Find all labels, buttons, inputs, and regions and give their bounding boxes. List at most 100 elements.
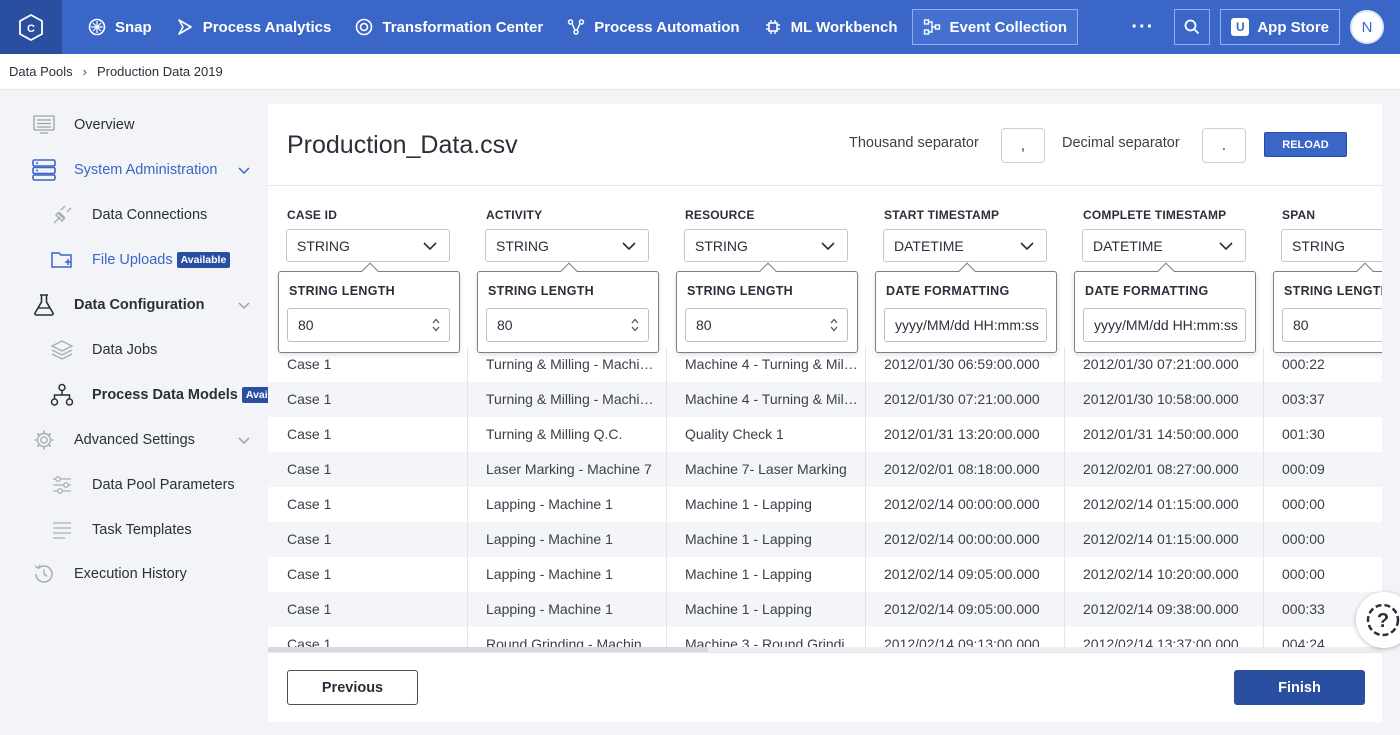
table-cell: 2012/01/31 13:20:00.000 [884,426,1040,442]
table-cell: Case 1 [287,461,332,477]
column-header: START TIMESTAMP [884,208,1000,222]
server-icon [32,158,56,182]
table-cell: 2012/02/14 13:37:00.000 [1083,636,1239,652]
finish-button[interactable]: Finish [1234,670,1365,705]
sidebar-item-system-administration[interactable]: System Administration [32,155,217,185]
process-analytics-icon [177,19,192,35]
sidebar-item-label: Execution History [74,566,187,582]
column-config-popover: DATE FORMATTING yyyy/MM/dd HH:mm:ss [875,262,1057,353]
app-store-button[interactable]: U App Store [1220,9,1340,45]
column-divider [865,347,866,649]
config-input[interactable]: 80 [1282,308,1382,342]
column-header: RESOURCE [685,208,755,222]
table-cell: Lapping - Machine 1 [486,601,613,617]
sidebar-item-data-configuration[interactable]: Data Configuration [32,290,205,320]
stepper-icon[interactable] [431,317,441,333]
sidebar-item-task-templates[interactable]: Task Templates [50,515,192,545]
column-header: ACTIVITY [486,208,543,222]
nav-item-event-collection[interactable]: Event Collection [911,9,1079,45]
snap-icon [88,18,106,36]
decimal-separator-label: Decimal separator [1062,135,1180,151]
footer-divider [268,652,1382,653]
list-icon [50,518,74,542]
nav-item-process-analytics[interactable]: Process Analytics [166,9,342,45]
config-label: STRING LENGTH [687,284,793,298]
table-cell: 2012/02/14 00:00:00.000 [884,531,1040,547]
column-type-value: DATETIME [894,237,964,254]
sidebar-item-process-data-models[interactable]: Process Data Models Available [50,380,296,410]
thousand-separator-input[interactable]: , [1001,128,1045,163]
table-cell: 2012/02/14 09:13:00.000 [884,636,1040,652]
breadcrumb-data-pools[interactable]: Data Pools [9,64,73,79]
previous-button[interactable]: Previous [287,670,418,705]
table-row: Case 1 Turning & Milling - Machine 4 Machi… [268,382,1382,417]
column-type-select[interactable]: STRING [684,229,848,262]
nav-item-process-automation[interactable]: Process Automation [557,9,749,45]
nav-item-ml-workbench[interactable]: ML Workbench [754,9,908,45]
table-cell: 2012/02/14 09:05:00.000 [884,601,1040,617]
nav-item-label: Snap [115,18,152,36]
config-input[interactable]: 80 [486,308,649,342]
column-header: CASE ID [287,208,338,222]
column-divider [666,347,667,649]
column-type-value: STRING [496,237,549,254]
config-label: DATE FORMATTING [886,284,1010,298]
column-type-select[interactable]: STRING [286,229,450,262]
table-cell: Machine 1 - Lapping [685,601,812,617]
table-cell: Case 1 [287,391,332,407]
decimal-separator-input[interactable]: . [1202,128,1246,163]
chevron-down-icon[interactable] [237,163,251,177]
breadcrumb-production-data[interactable]: Production Data 2019 [97,64,223,79]
table-cell: Machine 7- Laser Marking [685,461,847,477]
column-divider [1263,347,1264,649]
config-input[interactable]: 80 [287,308,450,342]
column-config-popover: STRING LENGTH 80 [278,262,460,353]
table-cell: Turning & Milling Q.C. [486,426,623,442]
search-icon [1184,19,1200,35]
celonis-logo[interactable]: C [0,0,62,54]
column-type-select[interactable]: STRING [1281,229,1382,262]
column-type-select[interactable]: STRING [485,229,649,262]
reload-button[interactable]: RELOAD [1264,132,1347,157]
table-cell: 2012/02/14 09:38:00.000 [1083,601,1239,617]
config-input[interactable]: 80 [685,308,848,342]
column-type-value: STRING [695,237,748,254]
column-type-select[interactable]: DATETIME [1082,229,1246,262]
sidebar-item-data-pool-parameters[interactable]: Data Pool Parameters [50,470,235,500]
table-row: Case 1 Laser Marking - Machine 7 Machine 7… [268,452,1382,487]
breadcrumb: Data Pools › Production Data 2019 [0,54,1400,90]
sidebar-item-file-uploads[interactable]: File Uploads Available [50,245,231,275]
chevron-down-icon [423,242,437,251]
nav-item-label: ML Workbench [790,18,898,36]
table-cell: 000:00 [1282,531,1325,547]
column-header: COMPLETE TIMESTAMP [1083,208,1227,222]
table-cell: Machine 1 - Lapping [685,566,812,582]
more-menu-icon[interactable]: ··· [1131,16,1154,39]
config-input[interactable]: yyyy/MM/dd HH:mm:ss [1083,308,1246,342]
sidebar-item-execution-history[interactable]: Execution History [32,559,187,589]
sidebar-item-overview[interactable]: Overview [32,110,134,140]
table-cell: Turning & Milling - Machine 4 [486,391,661,407]
sidebar-item-data-jobs[interactable]: Data Jobs [50,335,157,365]
table-cell: Case 1 [287,426,332,442]
table-cell: Lapping - Machine 1 [486,531,613,547]
table-cell: 2012/02/14 10:20:00.000 [1083,566,1239,582]
column-type-value: STRING [297,237,350,254]
nav-item-snap[interactable]: Snap [78,9,162,45]
sidebar-item-data-connections[interactable]: Data Connections [50,200,207,230]
search-button[interactable] [1174,9,1211,45]
chevron-down-icon[interactable] [237,298,251,312]
avatar[interactable]: N [1350,10,1384,44]
stepper-icon[interactable] [630,317,640,333]
table-row: Case 1 Lapping - Machine 1 Machine 1 - Lap… [268,592,1382,627]
config-label: DATE FORMATTING [1085,284,1209,298]
nav-items: Snap Process Analytics Transformation Ce… [62,0,1082,54]
svg-text:?: ? [1377,610,1389,632]
nav-item-transformation-center[interactable]: Transformation Center [345,9,553,45]
stepper-icon[interactable] [829,317,839,333]
sidebar-item-advanced-settings[interactable]: Advanced Settings [32,425,195,455]
config-input[interactable]: yyyy/MM/dd HH:mm:ss [884,308,1047,342]
column-type-select[interactable]: DATETIME [883,229,1047,262]
chevron-down-icon[interactable] [237,433,251,447]
table-cell: 2012/01/30 07:21:00.000 [884,391,1040,407]
